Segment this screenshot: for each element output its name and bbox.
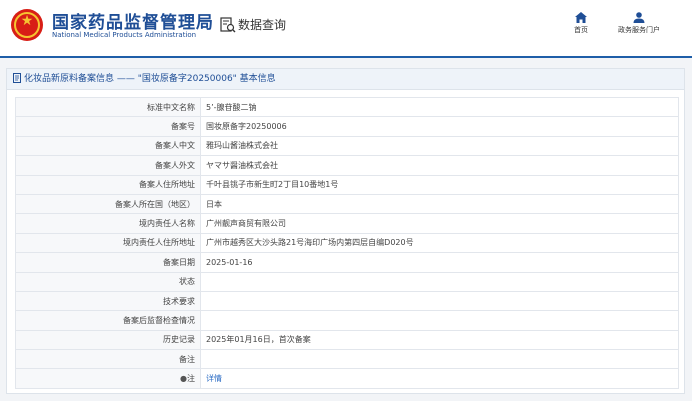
field-label: 备案日期 — [15, 252, 201, 273]
note-value-cell: 详情 — [200, 368, 679, 389]
panel-title-bar: 化妆品新原料备案信息 —— "国妆原备字20250006" 基本信息 — [7, 69, 684, 90]
table-row: 备案人中文 雅玛山酱油株式会社 — [15, 135, 679, 157]
table-row: 备案人住所地址 千叶县铫子市新生町2丁目10番地1号 — [15, 174, 679, 195]
field-value: ヤマサ醤油株式会社 — [200, 155, 679, 176]
field-value: 5’-腺苷酸二钠 — [200, 96, 679, 118]
panel-title: 化妆品新原料备案信息 —— "国妆原备字20250006" 基本信息 — [24, 74, 276, 84]
nav-portal-link[interactable]: 政务服务门户 — [608, 12, 670, 35]
field-label: 标准中文名称 — [15, 96, 201, 118]
field-value: 雅玛山酱油株式会社 — [200, 135, 679, 157]
table-row: 备案号 国妆原备字20250006 — [15, 116, 679, 137]
field-label: 备案人住所地址 — [15, 174, 201, 195]
field-label: 备案号 — [15, 116, 201, 137]
field-label: 历史记录 — [15, 329, 201, 351]
note-label-cell: ●注 — [15, 368, 201, 389]
table-row: 备案后监督检查情况 — [15, 310, 679, 331]
note-label: 注 — [187, 374, 195, 384]
field-label: 备案人所在国（地区） — [15, 193, 201, 215]
field-label: 备案人外文 — [15, 155, 201, 176]
record-detail-panel: 化妆品新原料备案信息 —— "国妆原备字20250006" 基本信息 标准中文名… — [6, 68, 685, 394]
field-label: 技术要求 — [15, 290, 201, 312]
field-label: 备案人中文 — [15, 135, 201, 157]
table-row: 备案日期 2025-01-16 — [15, 252, 679, 273]
nav-portal-label: 政务服务门户 — [618, 26, 660, 34]
table-row: 备注 — [15, 349, 679, 370]
field-value: 千叶县铫子市新生町2丁目10番地1号 — [200, 174, 679, 195]
field-label: 境内责任人住所地址 — [15, 232, 201, 254]
field-value — [200, 349, 679, 370]
record-info-table: 标准中文名称 5’-腺苷酸二钠 备案号 国妆原备字20250006 备案人中文 … — [15, 96, 679, 389]
table-row: 备案人外文 ヤマサ醤油株式会社 — [15, 155, 679, 176]
field-value — [200, 290, 679, 312]
table-row: 境内责任人住所地址 广州市越秀区大沙头路21号海印广场内第四层自编D020号 — [15, 232, 679, 254]
field-label: 备案后监督检查情况 — [15, 310, 201, 331]
field-value: 广州市越秀区大沙头路21号海印广场内第四层自编D020号 — [200, 232, 679, 254]
data-query-title: 数据查询 — [238, 18, 287, 32]
field-value: 国妆原备字20250006 — [200, 116, 679, 137]
agency-name-cn[interactable]: 国家药品监督管理局 — [52, 8, 214, 33]
field-value — [200, 310, 679, 331]
field-value: 广州靓声商贸有限公司 — [200, 213, 679, 234]
field-label: 备注 — [15, 349, 201, 370]
nav-home-link[interactable]: 首页 — [566, 12, 596, 35]
field-value: 日本 — [200, 193, 679, 215]
agency-name-en[interactable]: National Medical Products Administration — [52, 31, 196, 39]
field-value — [200, 271, 679, 292]
agency-emblem-logo[interactable]: ★ — [11, 9, 43, 41]
field-value: 2025-01-16 — [200, 252, 679, 273]
details-link[interactable]: 详情 — [206, 374, 222, 383]
table-row: 境内责任人名称 广州靓声商贸有限公司 — [15, 213, 679, 234]
nav-home-label: 首页 — [574, 26, 588, 34]
table-row: 状态 — [15, 271, 679, 292]
user-icon — [633, 12, 645, 23]
pin-icon: ● — [180, 374, 187, 384]
site-header: ★ 国家药品监督管理局 National Medical Products Ad… — [0, 0, 692, 58]
table-row-note: ●注 详情 — [15, 368, 679, 389]
table-row: 技术要求 — [15, 290, 679, 312]
table-row: 标准中文名称 5’-腺苷酸二钠 — [15, 96, 679, 118]
table-row: 备案人所在国（地区） 日本 — [15, 193, 679, 215]
field-label: 状态 — [15, 271, 201, 292]
table-row: 历史记录 2025年01月16日，首次备案 — [15, 329, 679, 351]
home-icon — [575, 12, 587, 23]
document-icon — [13, 72, 21, 83]
field-value: 2025年01月16日，首次备案 — [200, 329, 679, 351]
field-label: 境内责任人名称 — [15, 213, 201, 234]
data-query-icon — [220, 17, 236, 33]
